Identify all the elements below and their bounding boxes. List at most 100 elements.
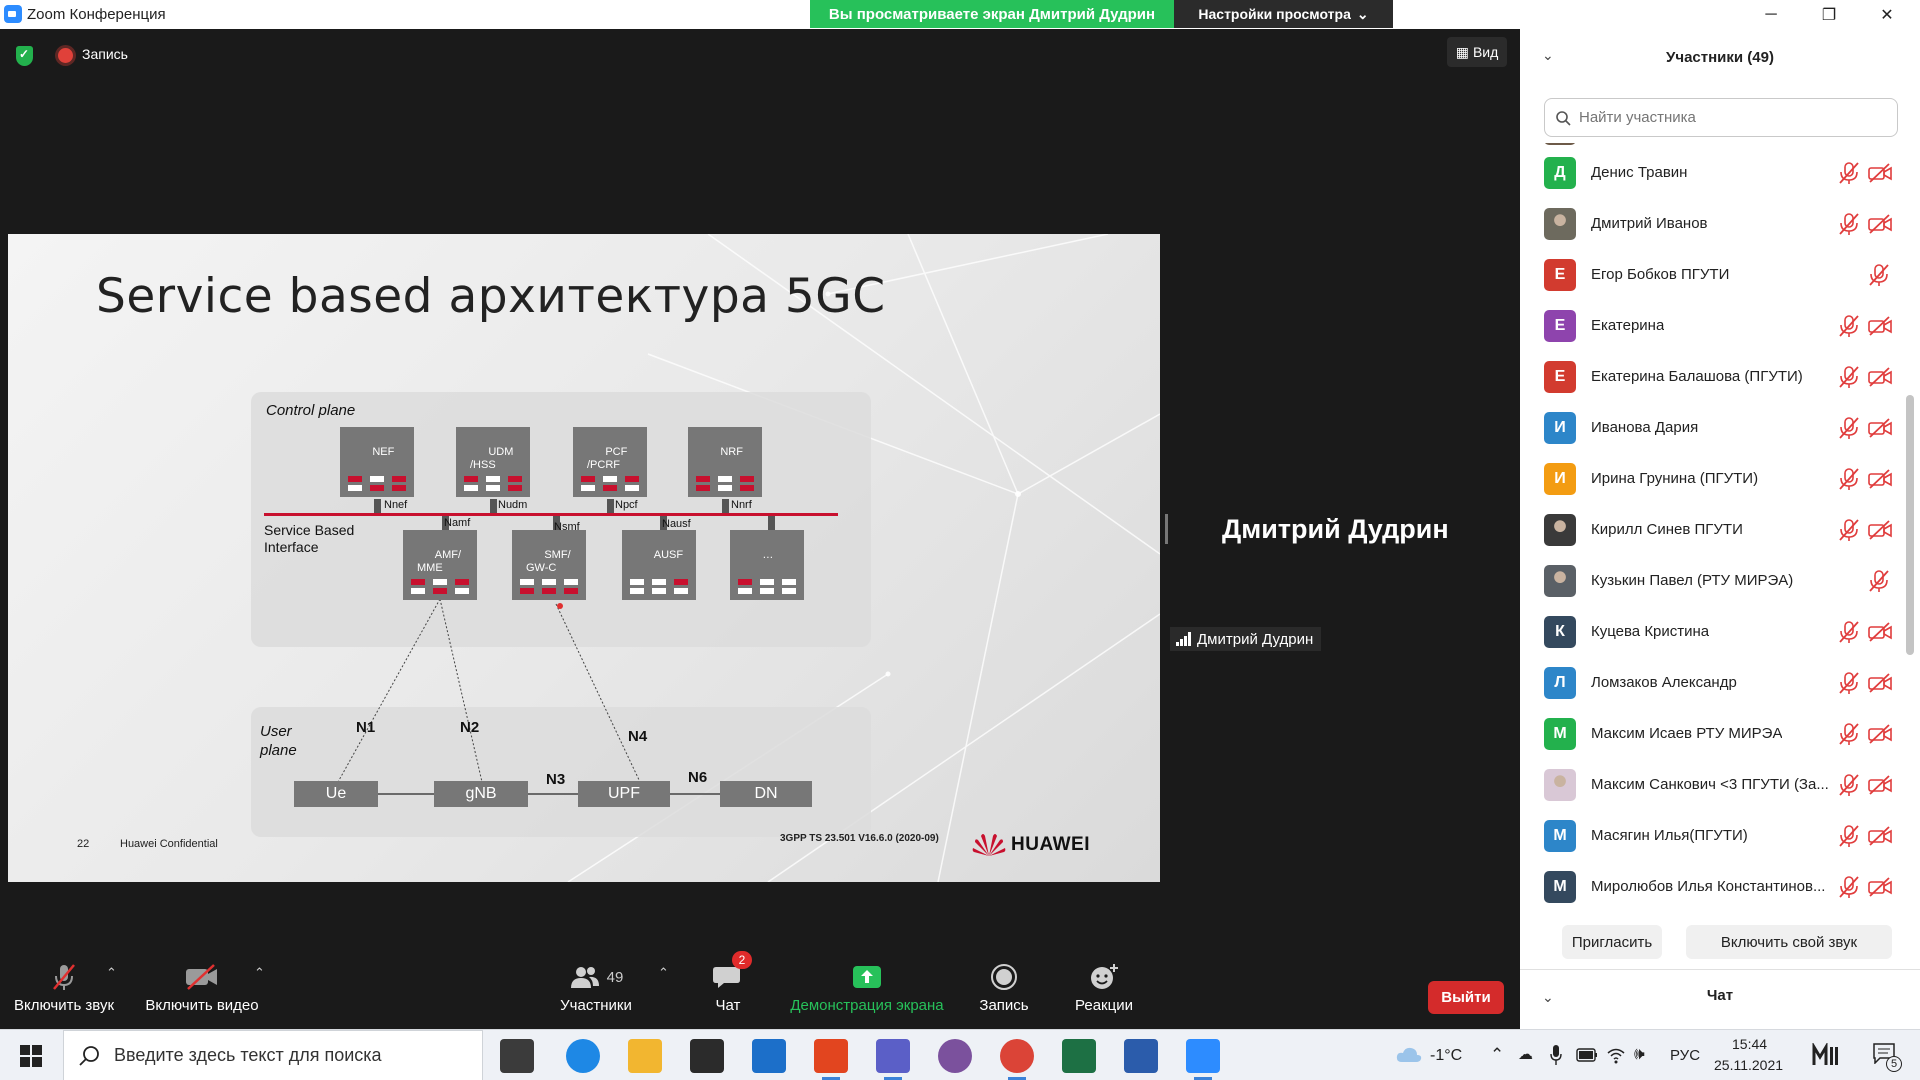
taskbar-search-box[interactable]: Введите здесь текст для поиска bbox=[63, 1030, 483, 1080]
participant-row[interactable]: Д Денис Травин bbox=[1520, 149, 1900, 199]
chrome-taskbar-icon[interactable] bbox=[1000, 1039, 1034, 1073]
participant-row[interactable]: М Максим Исаев РТУ МИРЭА bbox=[1520, 710, 1900, 760]
participant-row[interactable]: К Куцева Кристина bbox=[1520, 608, 1900, 658]
clock-date[interactable]: 25.11.2021 bbox=[1714, 1057, 1783, 1073]
shield-icon[interactable] bbox=[16, 46, 33, 66]
minimize-button[interactable]: ─ bbox=[1742, 0, 1800, 29]
participant-list-scrollbar[interactable] bbox=[1906, 395, 1914, 655]
participant-list[interactable]: Д Денис Травин Дмитрий Иванов Е Егор Бобков … bbox=[1520, 143, 1900, 905]
start-video-button[interactable]: Включить видео bbox=[143, 957, 261, 1014]
avatar-photo bbox=[1544, 769, 1576, 801]
led bbox=[674, 588, 688, 594]
participant-row[interactable]: М Миролюбов Илья Константинов... bbox=[1520, 863, 1900, 905]
led bbox=[348, 485, 362, 491]
participant-name: Максим Исаев РТУ МИРЭА bbox=[1591, 725, 1783, 742]
nf-indicators bbox=[696, 476, 754, 492]
video-off-icon bbox=[1868, 367, 1892, 387]
participant-row[interactable]: Е Егор Бобков ПГУТИ bbox=[1520, 251, 1900, 301]
mic-muted-icon bbox=[8, 957, 120, 997]
file-explorer-taskbar-icon[interactable] bbox=[628, 1039, 662, 1073]
mail-taskbar-icon[interactable] bbox=[752, 1039, 786, 1073]
unmute-button[interactable]: Включить звук bbox=[8, 957, 120, 1014]
led bbox=[696, 485, 710, 491]
led bbox=[696, 476, 710, 482]
participant-row[interactable]: И Иванова Дария bbox=[1520, 404, 1900, 454]
led bbox=[370, 476, 384, 482]
participants-options-caret[interactable]: ⌃ bbox=[658, 965, 669, 981]
meeting-area: Запись ▦ Вид Service based архитектура bbox=[0, 29, 1520, 1029]
reactions-button[interactable]: Реакции bbox=[1068, 957, 1140, 1014]
participant-search-input[interactable] bbox=[1579, 109, 1879, 126]
video-options-caret[interactable]: ⌃ bbox=[254, 965, 265, 981]
led bbox=[520, 579, 534, 585]
word-taskbar-icon[interactable] bbox=[1124, 1039, 1158, 1073]
microphone-icon[interactable] bbox=[1550, 1044, 1562, 1066]
input-language[interactable]: РУС bbox=[1670, 1047, 1700, 1064]
record-label: Запись bbox=[979, 997, 1029, 1014]
participant-search-box[interactable] bbox=[1544, 98, 1898, 137]
notifications-button[interactable]: 5 bbox=[1872, 1042, 1902, 1072]
led bbox=[520, 588, 534, 594]
led bbox=[603, 476, 617, 482]
share-screen-label: Демонстрация экрана bbox=[790, 997, 944, 1014]
view-button[interactable]: ▦ Вид bbox=[1447, 37, 1507, 67]
teams-taskbar-icon[interactable] bbox=[876, 1039, 910, 1073]
wifi-icon[interactable] bbox=[1606, 1046, 1626, 1064]
nf-indicators bbox=[411, 579, 469, 595]
avatar: И bbox=[1544, 463, 1576, 495]
onedrive-icon[interactable]: ☁ bbox=[1518, 1045, 1533, 1063]
audio-options-caret[interactable]: ⌃ bbox=[106, 965, 117, 981]
video-off-icon bbox=[1868, 214, 1892, 234]
share-screen-button[interactable]: Демонстрация экрана bbox=[782, 957, 952, 1014]
interface-label-nudm: Nudm bbox=[498, 499, 528, 511]
view-label: Вид bbox=[1472, 44, 1499, 60]
participant-row[interactable]: Л Ломзаков Александр bbox=[1520, 659, 1900, 709]
participant-row[interactable]: Максим Санкович <3 ПГУТИ (За... bbox=[1520, 761, 1900, 811]
search-icon bbox=[79, 1045, 99, 1066]
task-view-taskbar-icon[interactable] bbox=[500, 1039, 534, 1073]
maximize-button[interactable]: ❐ bbox=[1800, 0, 1858, 29]
chevron-up-icon[interactable]: ⌃ bbox=[1490, 1045, 1504, 1065]
avatar-photo bbox=[1544, 565, 1576, 597]
record-button[interactable]: Запись bbox=[972, 957, 1036, 1014]
view-options-button[interactable]: Настройки просмотра ⌄ bbox=[1174, 0, 1393, 28]
nf-box-ausf: AUSF bbox=[622, 530, 696, 600]
weather-temperature[interactable]: -1°C bbox=[1430, 1047, 1462, 1065]
nf-box-udm: UDM /HSS bbox=[456, 427, 530, 497]
unmute-myself-button[interactable]: Включить свой звук bbox=[1686, 925, 1892, 959]
leave-meeting-button[interactable]: Выйти bbox=[1428, 981, 1504, 1014]
edge-taskbar-icon[interactable] bbox=[566, 1039, 600, 1073]
invite-button[interactable]: Пригласить bbox=[1562, 925, 1662, 959]
close-window-button[interactable]: ✕ bbox=[1858, 0, 1916, 29]
led bbox=[740, 476, 754, 482]
participant-name: Егор Бобков ПГУТИ bbox=[1591, 266, 1730, 283]
volume-icon[interactable]: 🕪 bbox=[1634, 1044, 1645, 1064]
participant-row[interactable]: Кирилл Синев ПГУТИ bbox=[1520, 506, 1900, 556]
windows-start-icon[interactable] bbox=[20, 1045, 42, 1067]
participant-row[interactable]: Кузькин Павел (РТУ МИРЭА) bbox=[1520, 557, 1900, 607]
avatar: Л bbox=[1544, 667, 1576, 699]
participant-row[interactable]: Е Екатерина bbox=[1520, 302, 1900, 352]
video-off-icon bbox=[1868, 775, 1892, 795]
nf-label: UDM /HSS bbox=[470, 446, 514, 471]
panel-splitter-handle[interactable] bbox=[1165, 514, 1168, 544]
avatar: Е bbox=[1544, 310, 1576, 342]
participant-row[interactable]: Е Екатерина Балашова (ПГУТИ) bbox=[1520, 353, 1900, 403]
widget-logo-icon[interactable] bbox=[1812, 1043, 1840, 1067]
participant-row[interactable]: М Масягин Илья(ПГУТИ) bbox=[1520, 812, 1900, 862]
participant-row[interactable]: И Ирина Грунина (ПГУТИ) bbox=[1520, 455, 1900, 505]
participant-row[interactable]: Дмитрий Иванов bbox=[1520, 200, 1900, 250]
battery-icon[interactable] bbox=[1576, 1048, 1598, 1062]
excel-taskbar-icon[interactable] bbox=[1062, 1039, 1096, 1073]
huawei-brand: HUAWEI bbox=[1011, 834, 1090, 855]
store-taskbar-icon[interactable] bbox=[690, 1039, 724, 1073]
clock-time[interactable]: 15:44 bbox=[1732, 1036, 1767, 1052]
led bbox=[630, 588, 644, 594]
participants-button[interactable]: 49 Участники bbox=[556, 957, 636, 1014]
notification-count: 5 bbox=[1886, 1056, 1902, 1072]
weather-cloud-icon[interactable] bbox=[1396, 1046, 1422, 1064]
viber-taskbar-icon[interactable] bbox=[938, 1039, 972, 1073]
office-taskbar-icon[interactable] bbox=[814, 1039, 848, 1073]
chat-button[interactable]: 2 Чат bbox=[698, 951, 758, 1014]
zoom-taskbar-icon[interactable] bbox=[1186, 1039, 1220, 1073]
